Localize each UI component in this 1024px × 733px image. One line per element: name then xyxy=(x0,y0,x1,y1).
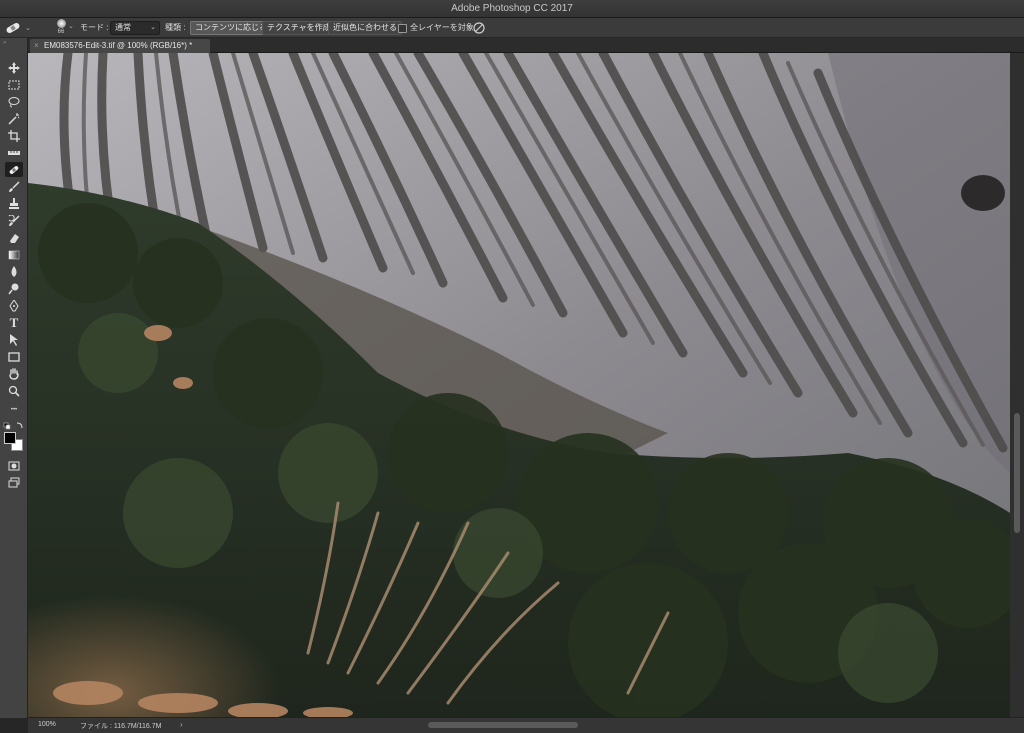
zoom-tool-icon[interactable] xyxy=(5,383,23,398)
content-aware-button[interactable]: コンテンツに応じる xyxy=(190,21,272,35)
pressure-brush-icon[interactable] xyxy=(472,21,486,35)
bandage-icon xyxy=(6,23,20,33)
crop-tool-icon[interactable] xyxy=(5,128,23,143)
ruler-tool-icon[interactable] xyxy=(5,145,23,160)
move-tool-icon[interactable] xyxy=(5,60,23,75)
brush-tip-icon xyxy=(56,19,66,28)
document-tab[interactable]: × EM083576-Edit-3.tif @ 100% (RGB/16*) * xyxy=(30,39,210,53)
document-tab-label: EM083576-Edit-3.tif @ 100% (RGB/16*) * xyxy=(44,41,193,50)
rectangle-tool-icon[interactable] xyxy=(5,349,23,364)
path-selection-tool-icon[interactable] xyxy=(5,332,23,347)
gradient-tool-icon[interactable] xyxy=(5,247,23,262)
foreground-color-swatch[interactable] xyxy=(4,432,16,444)
hand-tool-icon[interactable] xyxy=(5,366,23,381)
edit-toolbar-icon[interactable]: ••• xyxy=(5,402,23,417)
blur-tool-icon[interactable] xyxy=(5,264,23,279)
magic-wand-tool-icon[interactable] xyxy=(5,111,23,126)
more-tools-glyph: ••• xyxy=(10,406,18,413)
color-swatches[interactable] xyxy=(4,432,26,454)
pen-tool-icon[interactable] xyxy=(5,298,23,313)
status-bar: 100% ファイル : 116.7M/116.7M › xyxy=(28,717,1024,733)
spot-healing-brush-tool-icon[interactable] xyxy=(5,162,23,177)
type-label: 種類 : xyxy=(165,23,186,32)
lasso-tool-icon[interactable] xyxy=(5,94,23,109)
tool-preset-picker[interactable]: ⌄ xyxy=(4,20,40,36)
tools-panel: » T ••• xyxy=(0,38,28,718)
status-menu-arrow-icon[interactable]: › xyxy=(180,720,183,729)
clone-stamp-tool-icon[interactable] xyxy=(5,196,23,211)
default-colors-icon[interactable] xyxy=(3,422,25,430)
chevron-down-icon[interactable]: ⌄ xyxy=(68,22,74,30)
options-bar: ⌄ 66 ⌄ モード : 通常 ⌄ 種類 : コンテンツに応じる テクスチャを作… xyxy=(0,18,1024,38)
file-size-info: ファイル : 116.7M/116.7M xyxy=(80,723,162,730)
document-tab-bar: × EM083576-Edit-3.tif @ 100% (RGB/16*) * xyxy=(28,38,1024,53)
chevron-down-icon: ⌄ xyxy=(25,25,31,32)
dodge-tool-icon[interactable] xyxy=(5,281,23,296)
history-brush-tool-icon[interactable] xyxy=(5,213,23,228)
mode-select[interactable]: 通常 ⌄ xyxy=(110,21,160,35)
title-bar: Adobe Photoshop CC 2017 xyxy=(0,0,1024,18)
brush-tool-icon[interactable] xyxy=(5,179,23,194)
window-title: Adobe Photoshop CC 2017 xyxy=(451,3,573,14)
create-texture-button[interactable]: テクスチャを作成 xyxy=(262,21,336,35)
type-tool-icon[interactable]: T xyxy=(5,315,23,330)
canvas-photo xyxy=(28,53,1010,717)
vertical-scroll-thumb[interactable] xyxy=(1014,413,1020,533)
document-canvas[interactable] xyxy=(28,53,1010,717)
mode-label: モード : xyxy=(80,23,109,32)
sample-all-layers-checkbox[interactable] xyxy=(398,24,407,33)
screen-mode-icon[interactable] xyxy=(5,475,23,490)
quick-mask-icon[interactable] xyxy=(5,458,23,473)
proximity-match-button[interactable]: 近似色に合わせる xyxy=(328,21,402,35)
zoom-level[interactable]: 100% xyxy=(38,721,56,728)
panel-grip-icon[interactable]: » xyxy=(3,40,7,46)
marquee-tool-icon[interactable] xyxy=(5,77,23,92)
mode-value: 通常 xyxy=(115,23,131,32)
chevron-down-icon: ⌄ xyxy=(150,24,156,31)
sample-all-layers-label: 全レイヤーを対象 xyxy=(410,23,474,32)
horizontal-scroll-thumb[interactable] xyxy=(428,722,578,728)
type-tool-glyph: T xyxy=(9,314,19,330)
vertical-scrollbar[interactable] xyxy=(1010,53,1024,717)
eraser-tool-icon[interactable] xyxy=(5,230,23,245)
close-tab-icon[interactable]: × xyxy=(34,39,39,53)
